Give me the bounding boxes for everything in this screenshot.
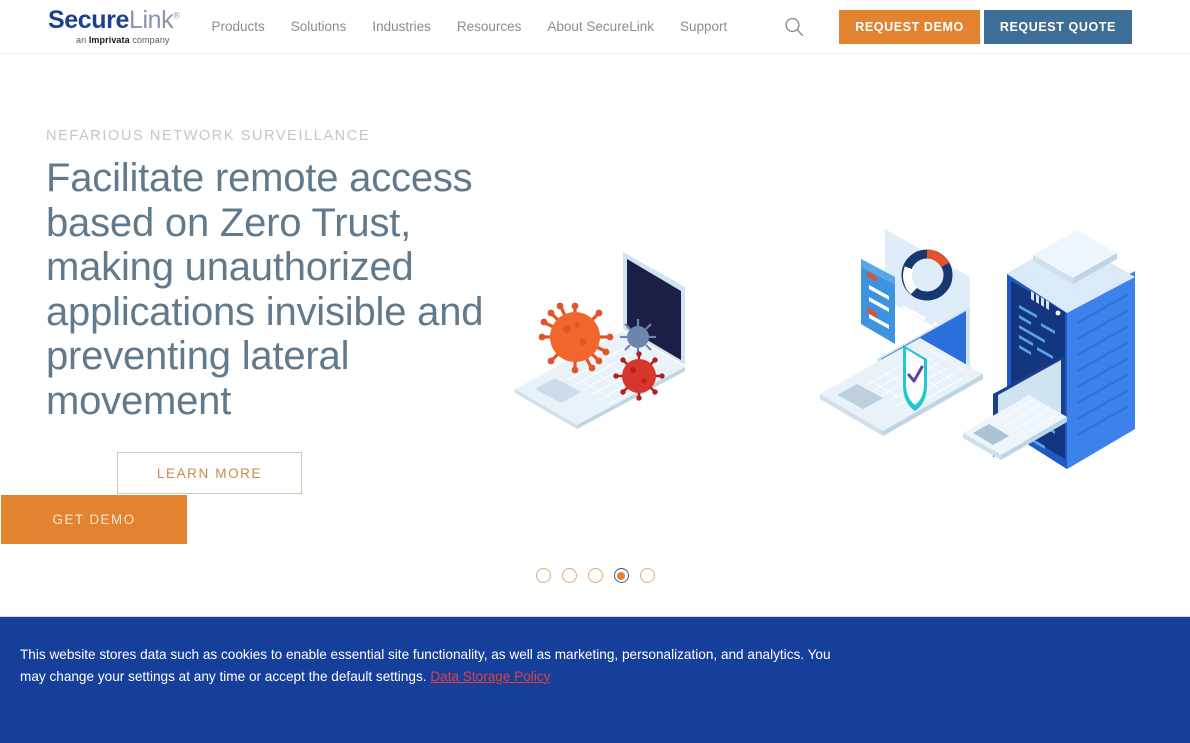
page-root: SecureLink® an Imprivata company Product… [0,0,1190,743]
carousel-dot-3[interactable] [587,568,603,583]
logo-text-secure: Secure [48,6,129,34]
nav-item-industries[interactable]: Industries [372,19,431,34]
logo-tagline: an Imprivata company [76,36,170,45]
search-button[interactable] [777,10,811,44]
nav-item-about-securelink[interactable]: About SecureLink [547,19,654,34]
hero-section: NEFARIOUS NETWORK SURVEILLANCE Facilitat… [0,54,1190,616]
request-demo-button[interactable]: REQUEST DEMO [839,10,980,44]
hero-copy: NEFARIOUS NETWORK SURVEILLANCE Facilitat… [46,128,516,423]
cookie-banner-text: This website stores data such as cookies… [20,644,832,687]
nav-item-solutions[interactable]: Solutions [291,19,347,34]
nav-item-resources[interactable]: Resources [457,19,522,34]
logo-tagline-suffix: company [129,35,170,45]
laptop-server-icon [820,229,1135,469]
virus-gray [620,319,656,355]
carousel-dots [0,568,1190,583]
logo-wordmark: SecureLink® [48,8,180,33]
request-quote-button[interactable]: REQUEST QUOTE [983,10,1132,44]
infected-laptop-icon [515,252,685,429]
malware-laptop-illustration [505,249,695,444]
registered-trademark-icon: ® [173,10,180,21]
carousel-dot-4-active[interactable] [613,568,629,583]
cookie-consent-banner: This website stores data such as cookies… [0,616,1190,743]
carousel-dot-2[interactable] [561,568,577,583]
nav-item-products[interactable]: Products [212,19,265,34]
get-demo-button[interactable]: GET DEMO [1,495,187,544]
carousel-dot-1[interactable] [535,568,551,583]
secure-access-illustration [815,219,1155,489]
hero-title: Facilitate remote access based on Zero T… [46,156,484,423]
carousel-dot-5[interactable] [639,568,655,583]
header-actions: REQUEST DEMO REQUEST QUOTE [777,0,1132,54]
logo-tagline-prefix: an [76,35,89,45]
securelink-logo[interactable]: SecureLink® an Imprivata company [48,8,180,45]
site-header: SecureLink® an Imprivata company Product… [0,0,1190,54]
logo-text-link: Link [129,6,174,34]
learn-more-button[interactable]: LEARN MORE [117,452,302,494]
nav-item-support[interactable]: Support [680,19,727,34]
main-navigation: Products Solutions Industries Resources … [212,19,754,34]
cookie-text-body: This website stores data such as cookies… [20,647,831,684]
search-icon [785,17,804,37]
virus-red [613,351,665,401]
data-storage-policy-link[interactable]: Data Storage Policy [430,669,550,684]
hero-eyebrow: NEFARIOUS NETWORK SURVEILLANCE [46,128,371,144]
logo-tagline-brand: Imprivata [88,35,130,45]
